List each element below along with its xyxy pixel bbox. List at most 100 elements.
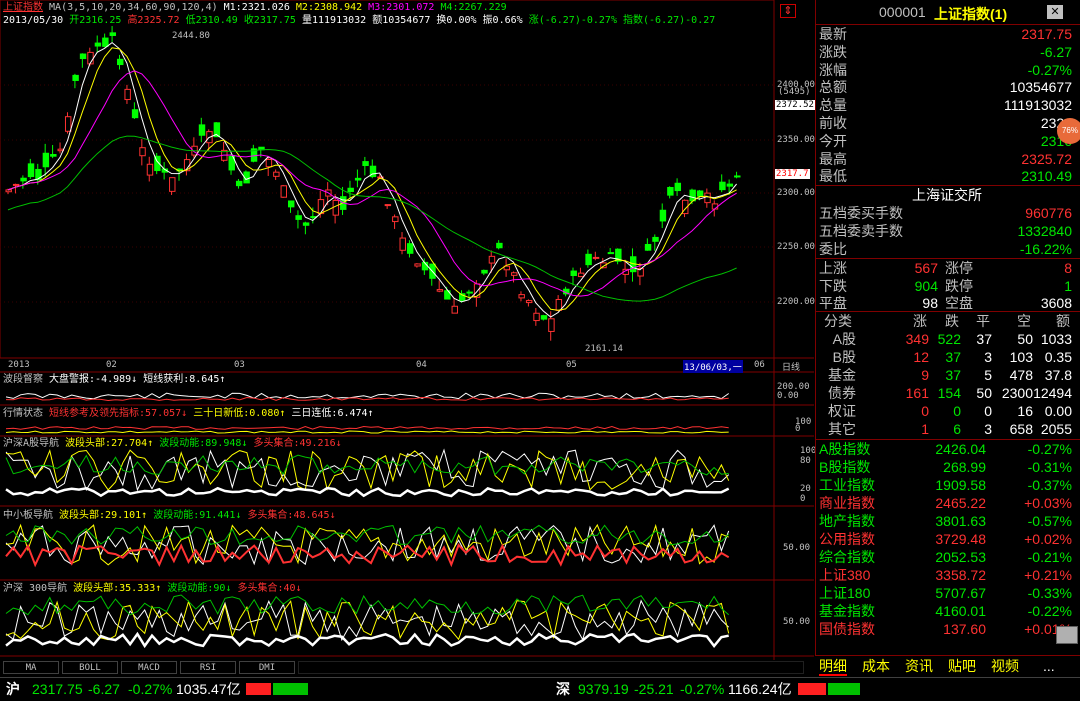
index-row[interactable]: 上证180 5707.67 -0.33% [816, 584, 1078, 602]
panel-item: 短线参考及领先指标:57.057↓ [49, 408, 188, 419]
panel-2-tick: 0 [795, 424, 801, 434]
sh-pct: -0.27% [128, 681, 173, 697]
sh-label: 沪 [6, 681, 20, 697]
index-row[interactable]: 工业指数 1909.58 -0.37% [816, 476, 1078, 494]
class-table-cell: 161 [905, 385, 929, 401]
tab-cost[interactable]: 成本 [862, 657, 890, 676]
ratio-label: 委比 [819, 241, 847, 257]
index-row[interactable]: 公用指数 3729.48 +0.02% [816, 530, 1078, 548]
quote-name: 上证指数(1) [934, 6, 1008, 22]
panel-name: 沪深 300导航 [3, 583, 68, 594]
keyboard-icon[interactable] [1056, 626, 1078, 644]
index-row[interactable]: A股指数 2426.04 -0.27% [816, 440, 1078, 458]
panel-item: 波段动能:91.441↓ [153, 510, 242, 521]
panel-2-title: 行情状态 短线参考及领先指标:57.057↓ 三十日新低:0.080↑ 三日连低… [3, 408, 374, 420]
class-table-cell: B股 [832, 349, 856, 365]
quote-row: 总额 10354677 [816, 78, 1078, 96]
index-name: 上证指数 [3, 2, 43, 13]
stat-label: 空盘 [945, 295, 973, 311]
kline-canvas[interactable] [0, 0, 814, 660]
index-value: 4160.01 [935, 603, 986, 619]
market-status-bar: 沪 2317.75 -6.27 -0.27% 1035.47亿 深 9379.1… [0, 677, 1080, 701]
quote-row-label: 今开 [819, 132, 847, 149]
close-icon[interactable]: ✕ [1047, 5, 1063, 19]
candle-body [607, 252, 615, 255]
quote-row: 最低 2310.49 [816, 167, 1078, 185]
class-table-header-cell: 平 [976, 313, 990, 329]
class-table-header: 分类 涨 跌 平 空 额 [816, 312, 1078, 330]
index-pct: -0.22% [1027, 603, 1072, 619]
class-table-cell: 0.00 [1044, 403, 1072, 419]
candle-body [5, 189, 12, 193]
class-table-cell: 154 [937, 385, 961, 401]
index-row[interactable]: 基金指数 4160.01 -0.22% [816, 602, 1078, 620]
index-row[interactable]: 综合指数 2052.53 -0.21% [816, 548, 1078, 566]
quote-row-label: 涨跌 [819, 43, 847, 60]
index-value: 2052.53 [935, 549, 986, 565]
tab-news[interactable]: 资讯 [905, 657, 933, 676]
class-table-cell: 债券 [828, 385, 856, 401]
sh-value: 2317.75 [32, 681, 83, 697]
candle-body [511, 272, 518, 276]
stat-value: 8 [1064, 260, 1072, 276]
tab-forum[interactable]: 贴吧 [948, 657, 976, 676]
index-value: 2426.04 [935, 441, 986, 457]
candle-body [139, 147, 146, 157]
info-date: 2013/05/30 [3, 15, 64, 26]
class-table-cell: 其它 [828, 421, 856, 437]
info-index-change: 指数(-6.27)-0.27 [623, 15, 716, 26]
tab-detail[interactable]: 明细 [819, 657, 847, 676]
info-high: 高2325.72 [127, 15, 180, 26]
quote-row-value: 2310.49 [1021, 168, 1072, 185]
pin-icon[interactable]: ⇕ [780, 4, 796, 18]
candle-body [659, 209, 667, 222]
index-row[interactable]: B股指数 268.99 -0.31% [816, 458, 1078, 476]
indicator-line [5, 486, 730, 498]
index-row[interactable]: 上证380 3358.72 +0.21% [816, 566, 1078, 584]
index-row[interactable]: 商业指数 2465.22 +0.03% [816, 494, 1078, 512]
indicator-line [5, 599, 730, 642]
quote-row: 涨幅 -0.27% [816, 61, 1078, 79]
index-pct: -0.33% [1027, 585, 1072, 601]
class-table-cell: 37.8 [1044, 367, 1072, 383]
panel-item: 三日连低:6.474↑ [291, 408, 374, 419]
kline-chart-area[interactable]: 上证指数 MA(3,5,10,20,34,60,90,120,4) M1:232… [0, 0, 816, 660]
sz-label: 深 [556, 681, 570, 697]
candle-body [496, 242, 503, 249]
panel-item: 波段头部:29.101↑ [59, 510, 148, 521]
progress-badge[interactable]: 76% [1057, 118, 1080, 144]
candle-body [27, 163, 35, 178]
buy-label: 五档委买手数 [819, 205, 903, 221]
info-turnover: 换0.00% [436, 15, 477, 26]
quote-bottom-tabs: 明细 成本 资讯 贴吧 视频 ... [815, 655, 1080, 676]
tab-macd[interactable]: MACD [121, 661, 177, 674]
tab-boll[interactable]: BOLL [62, 661, 118, 674]
indicator-line [5, 448, 730, 491]
tab-video[interactable]: 视频 [991, 657, 1019, 676]
tab-rsi[interactable]: RSI [180, 661, 236, 674]
tab-ma[interactable]: MA [3, 661, 59, 674]
index-row[interactable]: 地产指数 3801.63 -0.57% [816, 512, 1078, 530]
stat-label: 跌停 [945, 277, 973, 294]
class-table-row: 权证 0 0 0 16 0.00 [816, 402, 1078, 420]
tab-dmi[interactable]: DMI [239, 661, 295, 674]
candle-body [592, 256, 600, 259]
sz-amount: 1166.24亿 [728, 681, 792, 697]
class-table-cell: 3 [984, 421, 992, 437]
candle-body [288, 200, 295, 208]
stat-label: 下跌 [819, 277, 847, 294]
panel-3-title: 沪深A股导航 波段头部:27.704↑ 波段动能:89.948↓ 多头集合:49… [3, 438, 342, 450]
candle-body [570, 270, 577, 277]
index-row[interactable]: 国债指数 137.60 +0.01% [816, 620, 1078, 638]
tab-more[interactable]: ... [1043, 657, 1055, 676]
candle-body [704, 192, 711, 204]
quote-row-label: 最高 [819, 150, 847, 167]
class-table-cell: 5 [984, 367, 992, 383]
class-table-cell: 37 [976, 331, 992, 347]
quote-row-value: -0.27% [1027, 61, 1072, 78]
candle-body [198, 124, 206, 136]
panel-3-tick: 80 [800, 456, 811, 466]
class-table-cell: 1 [921, 421, 929, 437]
index-name: B股指数 [819, 459, 871, 475]
class-table-cell: 权证 [828, 403, 856, 419]
